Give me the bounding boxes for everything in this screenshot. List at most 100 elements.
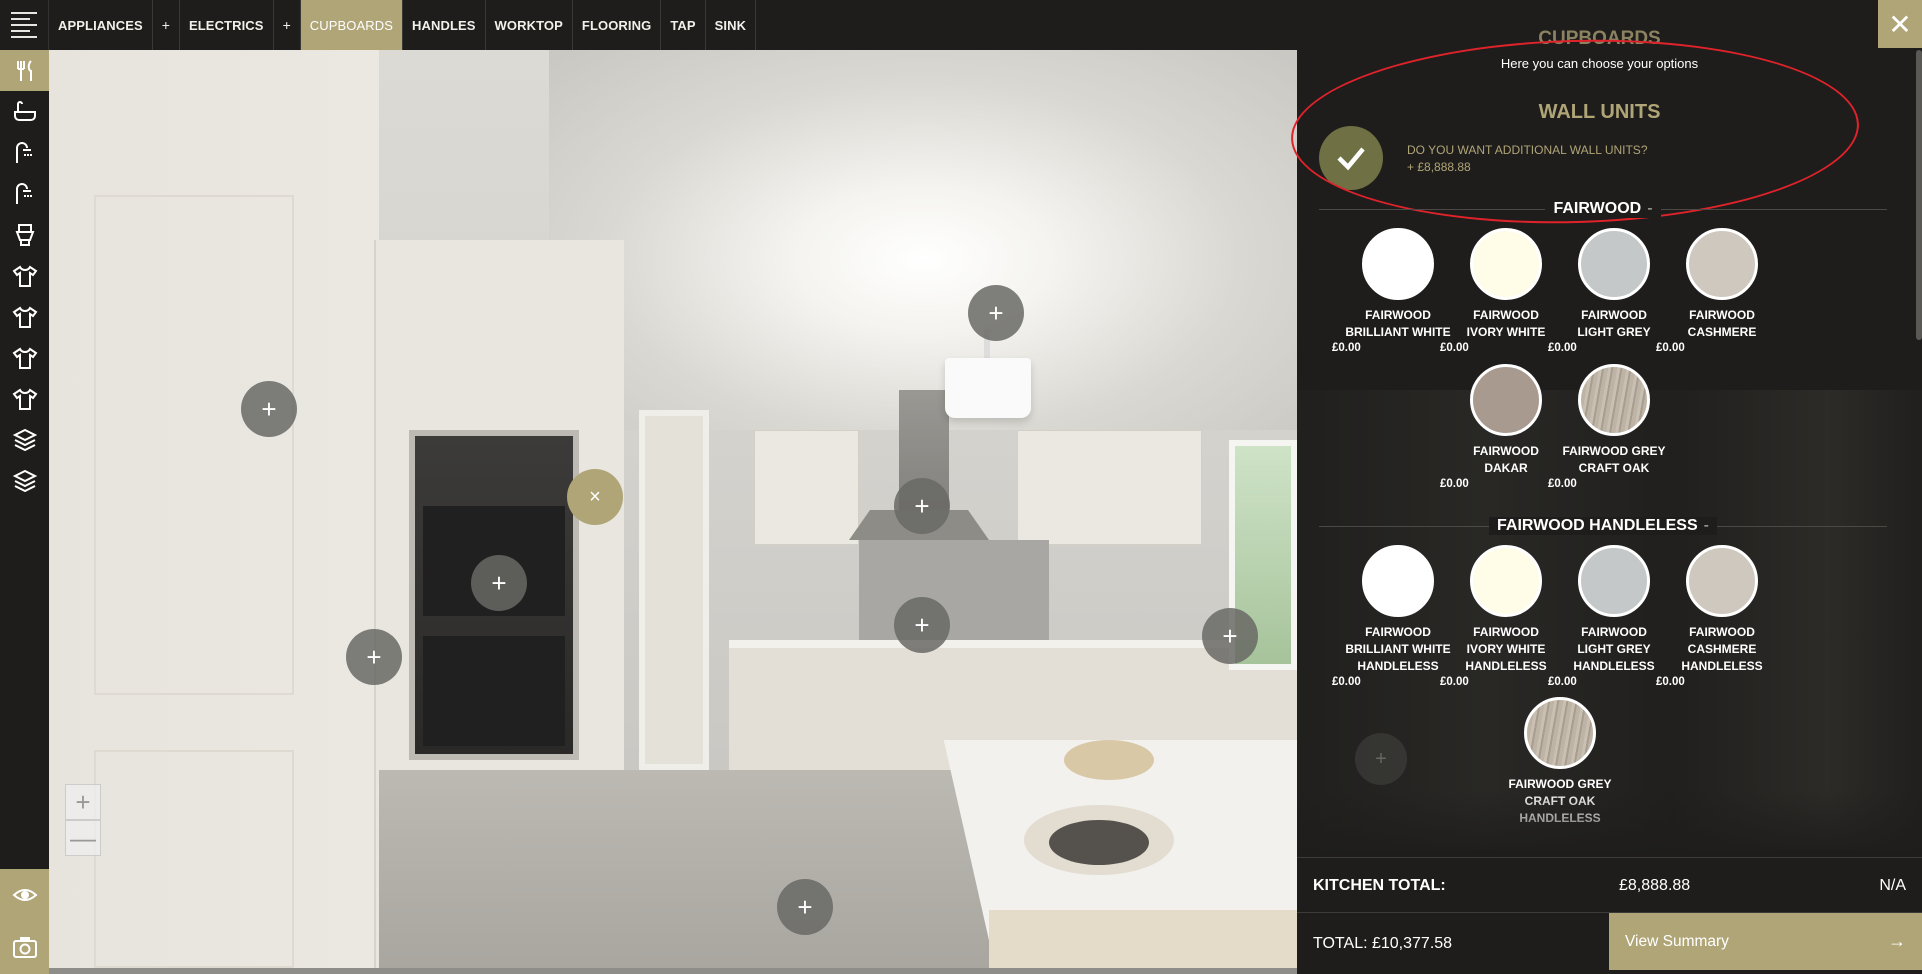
- grand-total: TOTAL: £10,377.58: [1313, 935, 1453, 952]
- section-title: WALL UNITS: [1538, 101, 1661, 123]
- swatch-name-line: HANDLELESS: [1681, 659, 1763, 673]
- rail-item-cutlery[interactable]: [0, 50, 49, 91]
- pendant-lamp: [945, 358, 1031, 418]
- island-front: [989, 910, 1297, 968]
- swatch-name-line: CASHMERE: [1687, 642, 1757, 656]
- zoom-in-button[interactable]: +: [65, 784, 101, 820]
- rail-item-layers[interactable]: [0, 419, 49, 460]
- shower-icon: [15, 182, 32, 204]
- wall-units-question: DO YOU WANT ADDITIONAL WALL UNITS? + £8,…: [1407, 142, 1648, 176]
- kitchen-total-value: £8,888.88: [1619, 877, 1691, 894]
- hotspot-add[interactable]: +: [777, 879, 833, 935]
- question-text: DO YOU WANT ADDITIONAL WALL UNITS?: [1407, 143, 1648, 157]
- hotspot-add[interactable]: +: [894, 478, 950, 534]
- rail-item-toilet[interactable]: [0, 214, 49, 255]
- ceiling: [549, 50, 1297, 430]
- zoom-out-button[interactable]: —: [65, 820, 101, 856]
- shirt-icon: [12, 265, 37, 287]
- group-header[interactable]: FAIRWOOD HANDLELESS -: [1319, 517, 1887, 535]
- swatch-name: FAIRWOOD CASHMERE: [1656, 307, 1788, 341]
- color-swatch[interactable]: [1578, 228, 1650, 300]
- color-swatch[interactable]: [1686, 545, 1758, 617]
- color-swatch[interactable]: [1470, 545, 1542, 617]
- snapshot-button[interactable]: [0, 921, 49, 973]
- view-toggle-button[interactable]: [0, 869, 49, 921]
- panel-title: CUPBOARDS: [1538, 28, 1661, 49]
- color-swatch[interactable]: [1524, 697, 1596, 769]
- nav-tabs: APPLIANCES + ELECTRICS + CUPBOARDS HANDLES WOR…: [49, 0, 757, 50]
- hotspot-add[interactable]: +: [346, 629, 402, 685]
- rail-item-layers[interactable]: [0, 460, 49, 501]
- bowl: [1049, 820, 1149, 865]
- hamburger-menu-button[interactable]: [0, 0, 49, 50]
- wall-cabinet: [1017, 430, 1202, 545]
- tab-cupboards[interactable]: CUPBOARDS: [300, 0, 403, 50]
- color-swatch[interactable]: [1362, 228, 1434, 300]
- swatch-name-line: FAIRWOOD: [1689, 308, 1755, 322]
- color-swatch[interactable]: [1470, 364, 1542, 436]
- tab-handles[interactable]: HANDLES: [403, 0, 486, 50]
- collapse-icon[interactable]: -: [1647, 200, 1652, 217]
- kitchen-total-na: N/A: [1879, 877, 1906, 894]
- collapse-icon[interactable]: -: [1704, 517, 1709, 534]
- shower-icon: [15, 141, 32, 163]
- nav-add-icon[interactable]: +: [153, 0, 180, 50]
- nav-add-icon[interactable]: +: [274, 0, 301, 50]
- panel-subtitle: Here you can choose your options: [1500, 56, 1699, 71]
- rail-item-bath[interactable]: [0, 91, 49, 132]
- rail-item-shower[interactable]: [0, 132, 49, 173]
- rail-item-shirt[interactable]: [0, 255, 49, 296]
- toilet-icon: [15, 223, 34, 246]
- color-swatch[interactable]: [1362, 545, 1434, 617]
- rail-item-shirt[interactable]: [0, 337, 49, 378]
- checkmark-icon: [1337, 147, 1365, 171]
- swatch-option[interactable]: FAIRWOOD CASHMERE £0.00: [1656, 228, 1788, 354]
- options-panel: ✕ CUPBOARDS Here you can choose your opt…: [1288, 0, 1922, 974]
- tab-flooring[interactable]: FLOORING: [573, 0, 662, 50]
- hotspot-add[interactable]: +: [1202, 608, 1258, 664]
- kitchen-configurator: APPLIANCES + ELECTRICS + CUPBOARDS HANDLES WOR…: [0, 0, 1922, 974]
- color-swatch[interactable]: [1686, 228, 1758, 300]
- kitchen-total-row: KITCHEN TOTAL: £8,888.88 N/A: [1297, 857, 1922, 913]
- shirt-icon: [12, 388, 37, 410]
- camera-icon: [12, 937, 37, 958]
- question-price: + £8,888.88: [1407, 160, 1471, 174]
- board: [1064, 740, 1154, 780]
- tab-sink[interactable]: SINK: [706, 0, 757, 50]
- rail-item-shirt[interactable]: [0, 378, 49, 419]
- top-nav: APPLIANCES + ELECTRICS + CUPBOARDS HANDLES WOR…: [0, 0, 1297, 50]
- rail-item-shirt[interactable]: [0, 296, 49, 337]
- tab-appliances[interactable]: APPLIANCES: [49, 0, 153, 50]
- wall-units-toggle[interactable]: [1319, 126, 1383, 190]
- hotspot-add[interactable]: +: [968, 285, 1024, 341]
- hotspot-add[interactable]: +: [894, 597, 950, 653]
- color-swatch[interactable]: [1578, 364, 1650, 436]
- tab-electrics[interactable]: ELECTRICS: [180, 0, 274, 50]
- rail-items: [0, 50, 49, 501]
- total-row: TOTAL: £10,377.58 View Summary →: [1297, 913, 1922, 974]
- hotspot-add[interactable]: +: [471, 555, 527, 611]
- menu-icon: [11, 8, 37, 42]
- swatch-name: FAIRWOOD CASHMERE HANDLELESS: [1656, 624, 1788, 675]
- kitchen-total-label: KITCHEN TOTAL:: [1313, 877, 1446, 894]
- swatch-option[interactable]: FAIRWOOD CASHMERE HANDLELESS £0.00: [1656, 545, 1788, 688]
- panel-scrollbar[interactable]: [1916, 50, 1922, 340]
- color-swatch[interactable]: [1578, 545, 1650, 617]
- kitchen-3d-view[interactable]: + + + + + + + + × + —: [49, 50, 1297, 968]
- color-swatch[interactable]: [1470, 228, 1542, 300]
- tab-tap[interactable]: TAP: [661, 0, 706, 50]
- zoom-controls: + —: [65, 784, 101, 856]
- view-summary-button[interactable]: View Summary →: [1609, 913, 1922, 970]
- rail-item-shower[interactable]: [0, 173, 49, 214]
- swatch-name-line: FAIRWOOD: [1689, 625, 1755, 639]
- layers-icon: [12, 469, 37, 492]
- group-header[interactable]: FAIRWOOD -: [1319, 200, 1887, 218]
- hotspot-add[interactable]: +: [241, 381, 297, 437]
- swatch-option[interactable]: FAIRWOOD GREY CRAFT OAK £0.00: [1548, 364, 1680, 490]
- group-title: FAIRWOOD HANDLELESS: [1497, 517, 1698, 534]
- bottom-scrollbar[interactable]: [0, 968, 1297, 974]
- hotspot-close[interactable]: ×: [567, 469, 623, 525]
- tab-worktop[interactable]: WORKTOP: [486, 0, 573, 50]
- room-rail: [0, 50, 49, 974]
- swatch-name-line: CRAFT OAK: [1578, 461, 1650, 475]
